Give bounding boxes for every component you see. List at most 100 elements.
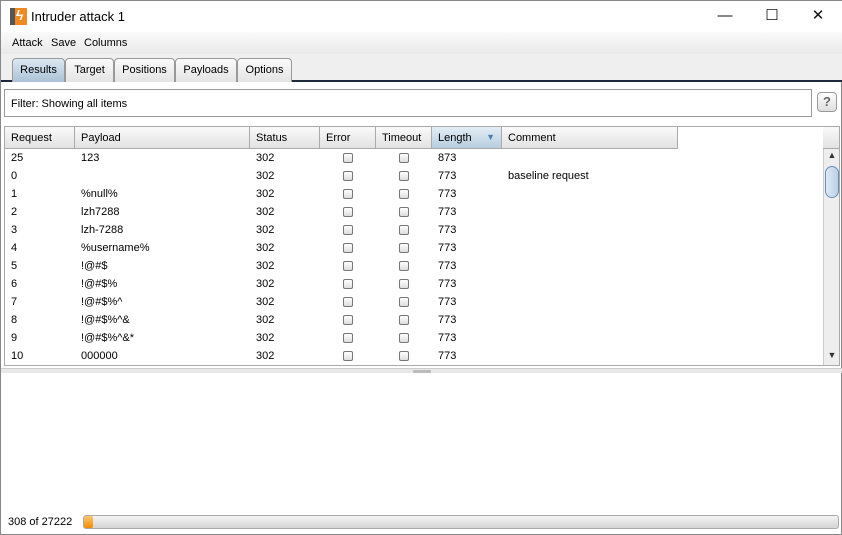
status-cell: 302 [256,224,275,236]
help-button[interactable]: ? [817,92,837,112]
column-header-request[interactable]: Request [5,127,75,149]
timeout-checkbox [399,225,409,235]
progress-bar [83,515,839,529]
status-cell: 302 [256,188,275,200]
timeout-checkbox [399,207,409,217]
sort-descending-icon: ▼ [486,132,495,142]
request-cell: 0 [11,170,18,182]
split-pane-divider[interactable] [1,368,842,373]
request-cell: 2 [11,206,18,218]
scroll-down-icon[interactable]: ▼ [824,350,840,364]
table-row[interactable]: 1 %null% 302 773 [5,185,679,203]
column-header-label: Payload [81,132,121,144]
progress-fill [84,516,93,528]
tab-positions[interactable]: Positions [114,58,175,82]
column-header-label: Status [256,132,288,144]
results-table: Request Payload Status Error Timeout Length ▼ C… [4,126,840,366]
payload-cell: %username% [81,242,150,254]
status-cell: 302 [256,170,275,182]
length-cell: 773 [438,242,457,254]
length-cell: 773 [438,188,457,200]
maximize-button[interactable]: ☐ [757,5,787,27]
table-row[interactable]: 6 !@#$% 302 773 [5,275,679,293]
payload-cell: 123 [81,152,100,164]
request-cell: 7 [11,296,18,308]
header-corner [823,127,839,149]
menu-attack[interactable]: Attack [12,37,43,49]
timeout-checkbox [399,153,409,163]
request-cell: 3 [11,224,18,236]
table-row[interactable]: 9 !@#$%^&* 302 773 [5,329,679,347]
status-cell: 302 [256,332,275,344]
error-checkbox [343,189,353,199]
payload-cell: !@#$% [81,278,118,290]
table-row[interactable]: 7 !@#$%^ 302 773 [5,293,679,311]
request-cell: 6 [11,278,18,290]
table-row[interactable]: 4 %username% 302 773 [5,239,679,257]
length-cell: 773 [438,296,457,308]
request-cell: 5 [11,260,18,272]
menu-columns[interactable]: Columns [84,37,127,49]
timeout-checkbox [399,171,409,181]
timeout-checkbox [399,189,409,199]
scroll-up-icon[interactable]: ▲ [824,150,840,164]
minimize-button[interactable]: — [710,5,740,27]
length-cell: 773 [438,260,457,272]
tab-results[interactable]: Results [12,58,65,82]
timeout-checkbox [399,297,409,307]
column-header-label: Length [438,132,472,144]
tab-target[interactable]: Target [65,58,114,82]
tab-bar: Results Target Positions Payloads Option… [1,54,842,82]
error-checkbox [343,261,353,271]
length-cell: 773 [438,332,457,344]
column-header-status[interactable]: Status [250,127,320,149]
error-checkbox [343,207,353,217]
status-cell: 302 [256,152,275,164]
timeout-checkbox [399,333,409,343]
tab-payloads[interactable]: Payloads [175,58,237,82]
table-row[interactable]: 25 123 302 873 [5,149,679,167]
column-header-timeout[interactable]: Timeout [376,127,432,149]
table-row[interactable]: 8 !@#$%^& 302 773 [5,311,679,329]
status-cell: 302 [256,296,275,308]
length-cell: 873 [438,152,457,164]
error-checkbox [343,297,353,307]
error-checkbox [343,171,353,181]
timeout-checkbox [399,351,409,361]
error-checkbox [343,153,353,163]
menu-save[interactable]: Save [51,37,76,49]
request-cell: 1 [11,188,18,200]
timeout-checkbox [399,243,409,253]
column-header-label: Error [326,132,351,144]
tab-options[interactable]: Options [237,58,292,82]
scroll-thumb[interactable] [825,166,839,198]
divider-grip-icon[interactable] [413,370,431,373]
column-header-payload[interactable]: Payload [75,127,250,149]
length-cell: 773 [438,350,457,362]
request-cell: 8 [11,314,18,326]
column-header-error[interactable]: Error [320,127,376,149]
table-row[interactable]: 2 lzh7288 302 773 [5,203,679,221]
status-cell: 302 [256,242,275,254]
error-checkbox [343,225,353,235]
column-header-comment[interactable]: Comment [502,127,678,149]
error-checkbox [343,351,353,361]
payload-cell: %null% [81,188,118,200]
table-row[interactable]: 0 302 773 baseline request [5,167,679,185]
vertical-scrollbar[interactable]: ▲ ▼ [823,149,839,365]
title-bar: ϟ Intruder attack 1 — ☐ ✕ [1,1,842,32]
column-header-length[interactable]: Length ▼ [432,127,502,149]
table-row[interactable]: 10 000000 302 773 [5,347,679,365]
table-row[interactable]: 3 lzh-7288 302 773 [5,221,679,239]
error-checkbox [343,333,353,343]
menu-bar: Attack Save Columns [1,32,842,54]
filter-bar[interactable]: Filter: Showing all items [4,89,812,117]
error-checkbox [343,315,353,325]
payload-cell: !@#$ [81,260,108,272]
length-cell: 773 [438,314,457,326]
close-button[interactable]: ✕ [803,5,833,27]
table-row[interactable]: 5 !@#$ 302 773 [5,257,679,275]
payload-cell: !@#$%^ [81,296,123,308]
timeout-checkbox [399,261,409,271]
length-cell: 773 [438,224,457,236]
